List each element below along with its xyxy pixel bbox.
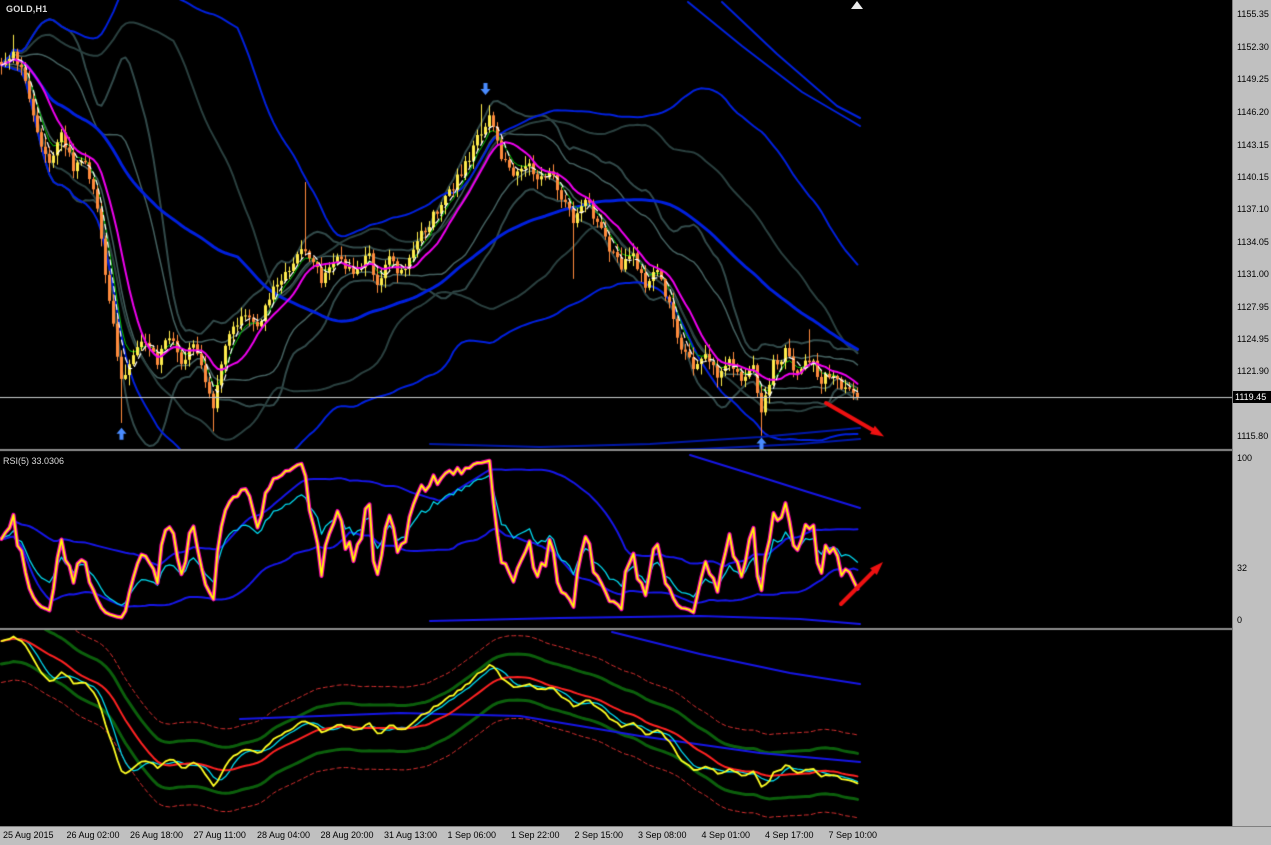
- rsi-indicator-label: RSI(5) 33.0306: [3, 456, 65, 466]
- price-scale-label: 1155.35: [1237, 9, 1269, 20]
- price-scale-label: 1140.15: [1237, 171, 1269, 182]
- chart-area[interactable]: GOLD,H1 RSI(5) 33.0306: [0, 0, 1232, 826]
- price-scale-label: 1127.95: [1237, 301, 1269, 312]
- price-scale-label: 1143.15: [1237, 139, 1269, 150]
- time-scale-label: 28 Aug 04:00: [257, 830, 311, 840]
- current-price-tag: 1119.45: [1233, 391, 1271, 404]
- time-scale-label: 26 Aug 18:00: [130, 830, 184, 840]
- price-scale[interactable]: 1119.45 1155.35 1152.30 1149.25 1146.20 1143…: [1232, 0, 1271, 826]
- price-scale-label: 1124.95: [1237, 333, 1269, 344]
- time-scale-label: 1 Sep 06:00: [447, 830, 497, 840]
- rsi-scale-label: 32: [1237, 563, 1248, 574]
- price-scale-label: 1152.30: [1237, 41, 1269, 52]
- rsi-scale-label: 100: [1237, 453, 1253, 463]
- rsi-scale-label: 0: [1237, 615, 1243, 625]
- mt4-chart-window: GOLD,H1 RSI(5) 33.0306 1119.45 1155.35 11…: [0, 0, 1271, 845]
- time-scale-label: 25 Aug 2015: [3, 830, 54, 840]
- time-scale-label: 26 Aug 02:00: [66, 830, 120, 840]
- price-scale-label: 1149.25: [1237, 74, 1269, 85]
- time-scale-label: 28 Aug 20:00: [320, 830, 374, 840]
- time-scale-label: 7 Sep 10:00: [828, 830, 878, 840]
- chart-canvas[interactable]: [0, 0, 1232, 826]
- time-scale-label: 2 Sep 15:00: [574, 830, 624, 840]
- price-scale-label: 1131.00: [1237, 269, 1269, 280]
- time-scale-label: 3 Sep 08:00: [638, 830, 687, 840]
- time-scale-label: 31 Aug 13:00: [384, 830, 438, 840]
- time-scale-label: 4 Sep 17:00: [765, 830, 814, 840]
- price-scale-label: 1115.80: [1237, 431, 1269, 442]
- time-scale-label: 27 Aug 11:00: [193, 830, 246, 840]
- chart-shift-marker-icon[interactable]: [851, 1, 863, 9]
- price-scale-label: 1137.10: [1237, 204, 1269, 215]
- time-scale[interactable]: 25 Aug 2015 26 Aug 02:00 26 Aug 18:00 27 Au…: [0, 826, 1271, 845]
- price-scale-label: 1134.05: [1237, 236, 1269, 247]
- price-scale-label: 1121.90: [1237, 366, 1269, 377]
- time-scale-label: 1 Sep 22:00: [511, 830, 560, 840]
- price-scale-label: 1146.20: [1237, 107, 1269, 118]
- symbol-timeframe-label: GOLD,H1: [6, 4, 48, 14]
- time-scale-label: 4 Sep 01:00: [701, 830, 751, 840]
